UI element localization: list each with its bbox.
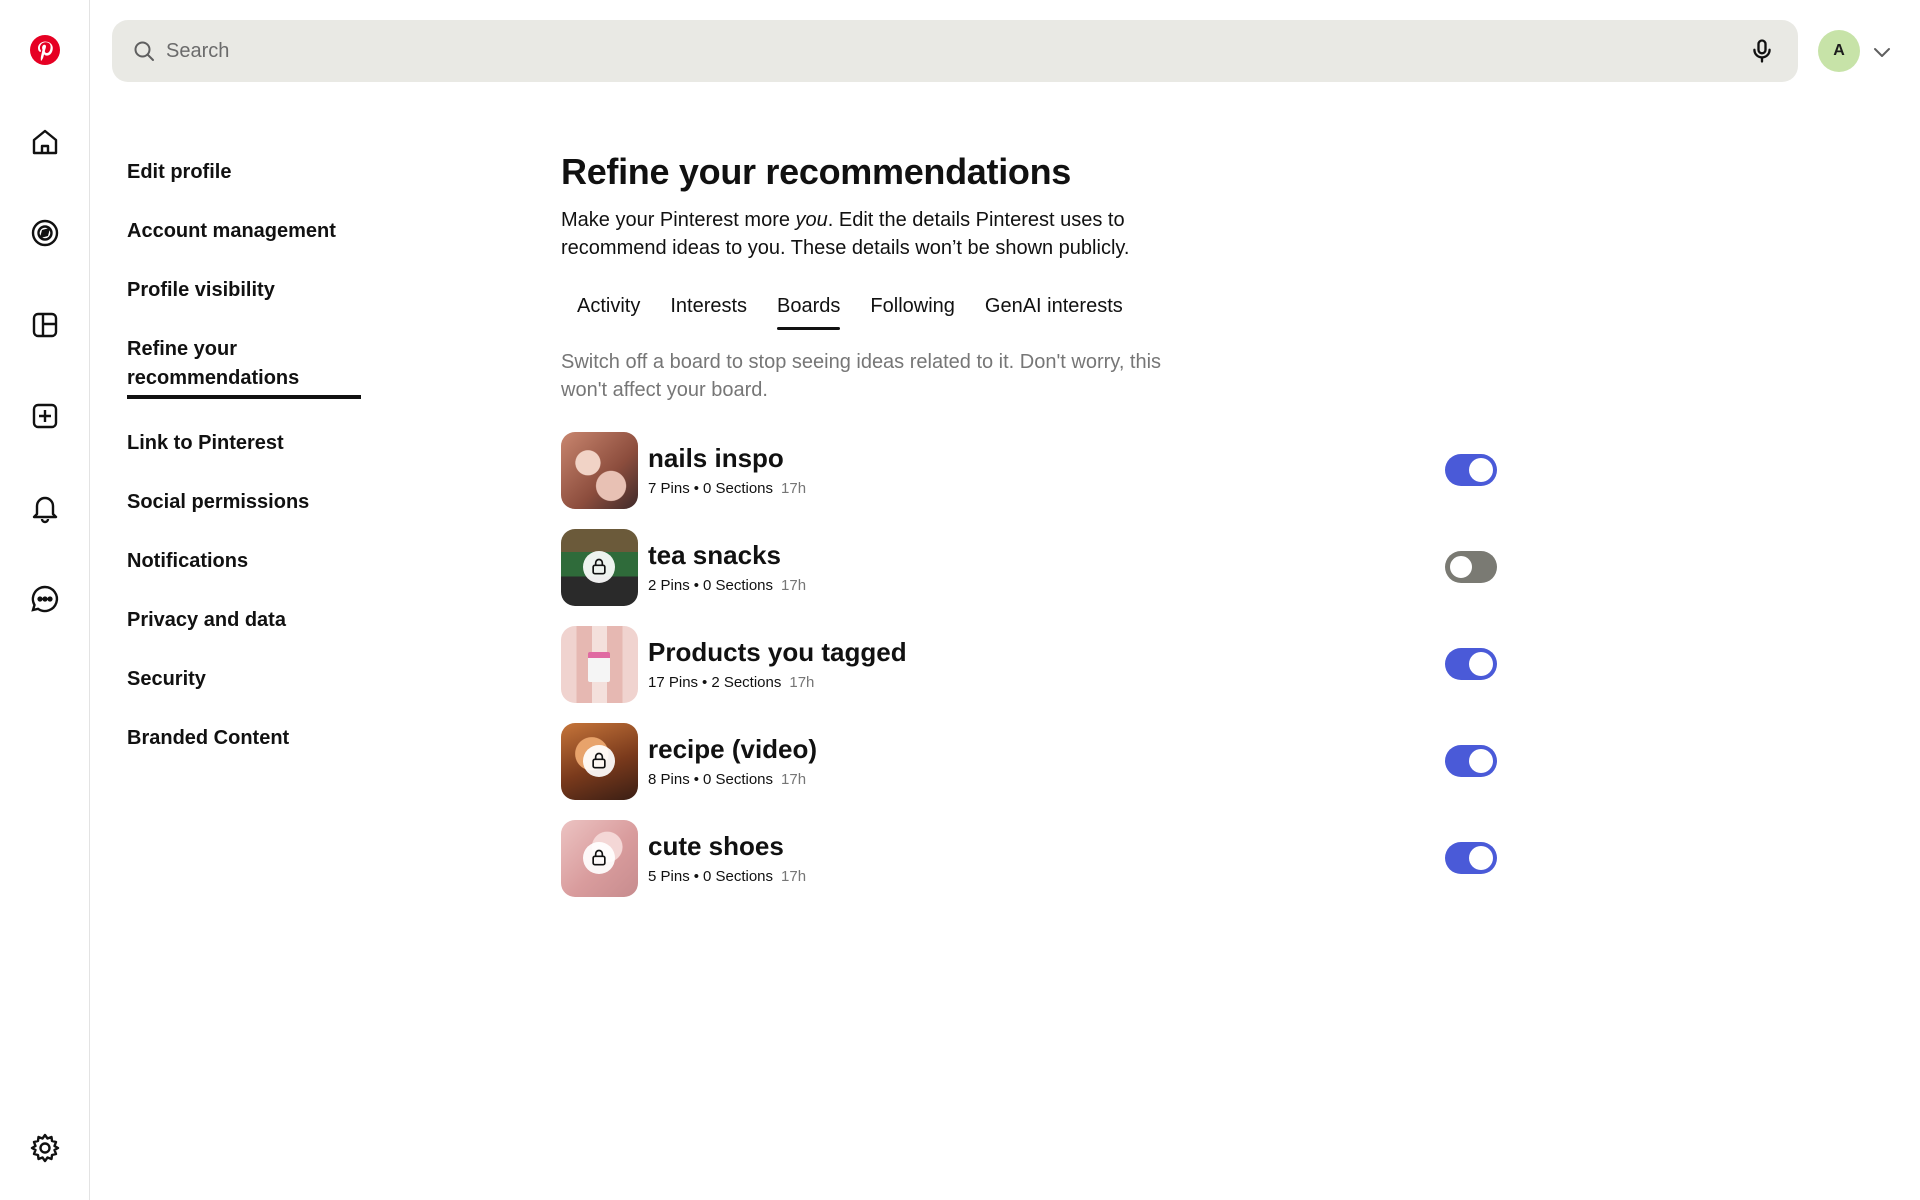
tab-boards[interactable]: Boards — [762, 292, 855, 334]
toggle-knob — [1448, 554, 1474, 580]
search-bar[interactable] — [112, 20, 1798, 82]
nav-notifications[interactable]: Notifications — [127, 547, 367, 606]
chevron-down-icon[interactable] — [1870, 40, 1894, 64]
board-pins: 2 Pins — [648, 577, 690, 594]
board-sections: 0 Sections — [702, 868, 774, 885]
board-thumbnail[interactable] — [561, 431, 638, 509]
board-thumbnail[interactable] — [561, 819, 638, 897]
lock-icon — [583, 550, 615, 583]
board-list: nails inspo 7 Pins • 0 Sections 17h tea sna… — [561, 431, 1497, 897]
board-name[interactable]: cute shoes — [648, 829, 806, 863]
board-pins: 5 Pins — [648, 868, 690, 885]
board-meta: 8 Pins • 0 Sections 17h — [648, 770, 817, 790]
create-icon[interactable] — [21, 392, 69, 440]
nav-link-to-pinterest[interactable]: Link to Pinterest — [127, 429, 367, 488]
settings-icon[interactable] — [21, 1124, 69, 1172]
board-sections: 0 Sections — [702, 771, 774, 788]
board-pins: 17 Pins — [648, 674, 699, 691]
board-recommendation-toggle[interactable] — [1445, 745, 1497, 777]
board-updated-time: 17h — [789, 674, 815, 691]
meta-separator: • — [693, 577, 699, 594]
board-pins: 7 Pins — [648, 480, 690, 497]
main-content: Refine your recommendations Make your Pi… — [561, 150, 1561, 917]
toggle-knob — [1469, 458, 1493, 482]
tab-interests[interactable]: Interests — [655, 292, 762, 334]
nav-security[interactable]: Security — [127, 665, 367, 724]
meta-separator: • — [702, 674, 708, 691]
microphone-icon[interactable] — [1746, 35, 1778, 67]
messages-icon[interactable] — [21, 575, 69, 623]
home-icon[interactable] — [21, 118, 69, 166]
board-recommendation-toggle[interactable] — [1445, 648, 1497, 680]
left-rail — [0, 0, 90, 1200]
toggle-knob — [1469, 652, 1493, 676]
nav-branded-content[interactable]: Branded Content — [127, 724, 367, 783]
list-item: nails inspo 7 Pins • 0 Sections 17h — [561, 431, 1497, 509]
board-recommendation-toggle[interactable] — [1445, 454, 1497, 486]
board-meta: 7 Pins • 0 Sections 17h — [648, 479, 806, 499]
board-pins: 8 Pins — [648, 771, 690, 788]
board-name[interactable]: recipe (video) — [648, 732, 817, 766]
meta-separator: • — [693, 868, 699, 885]
list-item: cute shoes 5 Pins • 0 Sections 17h — [561, 819, 1497, 897]
nav-privacy-and-data[interactable]: Privacy and data — [127, 606, 367, 665]
avatar[interactable]: A — [1818, 30, 1860, 72]
board-name[interactable]: nails inspo — [648, 441, 806, 475]
nav-account-management[interactable]: Account management — [127, 217, 367, 276]
boards-icon[interactable] — [21, 301, 69, 349]
board-updated-time: 17h — [781, 577, 807, 594]
board-sections: 0 Sections — [702, 480, 774, 497]
board-meta: 17 Pins • 2 Sections 17h — [648, 673, 907, 693]
board-recommendation-toggle[interactable] — [1445, 842, 1497, 874]
board-name[interactable]: tea snacks — [648, 538, 806, 572]
tab-following[interactable]: Following — [855, 292, 969, 334]
board-thumbnail[interactable] — [561, 528, 638, 606]
toggle-knob — [1469, 846, 1493, 870]
subtitle-emphasis: you — [795, 209, 828, 231]
pinterest-logo-icon[interactable] — [21, 26, 69, 74]
lock-icon — [583, 744, 615, 777]
nav-refine-recommendations[interactable]: Refine your recommendations — [127, 335, 361, 399]
explore-icon[interactable] — [21, 209, 69, 257]
tab-genai-interests[interactable]: GenAI interests — [970, 292, 1138, 334]
meta-separator: • — [693, 480, 699, 497]
tab-activity[interactable]: Activity — [561, 292, 655, 334]
settings-nav: Edit profile Account management Profile … — [127, 158, 367, 783]
page-subtitle: Make your Pinterest more you. Edit the d… — [561, 206, 1181, 262]
board-meta: 5 Pins • 0 Sections 17h — [648, 867, 806, 887]
board-updated-time: 17h — [781, 771, 807, 788]
notifications-icon[interactable] — [21, 484, 69, 532]
list-item: tea snacks 2 Pins • 0 Sections 17h — [561, 528, 1497, 606]
board-thumbnail[interactable] — [561, 722, 638, 800]
nav-edit-profile[interactable]: Edit profile — [127, 158, 367, 217]
subtitle-text-start: Make your Pinterest more — [561, 209, 796, 231]
board-updated-time: 17h — [781, 480, 807, 497]
board-thumbnail[interactable] — [561, 625, 638, 703]
board-name[interactable]: Products you tagged — [648, 635, 907, 669]
list-item: recipe (video) 8 Pins • 0 Sections 17h — [561, 722, 1497, 800]
board-meta: 2 Pins • 0 Sections 17h — [648, 576, 806, 596]
product-label-graphic — [588, 651, 610, 682]
meta-separator: • — [693, 771, 699, 788]
boards-hint: Switch off a board to stop seeing ideas … — [561, 351, 1162, 401]
board-sections: 2 Sections — [711, 674, 782, 691]
page-title: Refine your recommendations — [561, 151, 1072, 192]
list-item: Products you tagged 17 Pins • 2 Sections 17… — [561, 625, 1497, 703]
toggle-knob — [1469, 749, 1493, 773]
nav-social-permissions[interactable]: Social permissions — [127, 488, 367, 547]
lock-icon — [583, 841, 615, 874]
board-recommendation-toggle[interactable] — [1445, 551, 1497, 583]
search-input[interactable] — [166, 39, 1746, 63]
nav-profile-visibility[interactable]: Profile visibility — [127, 276, 367, 335]
board-sections: 0 Sections — [702, 577, 774, 594]
search-icon — [134, 41, 154, 61]
tab-bar: Activity Interests Boards Following GenA… — [561, 292, 1561, 334]
board-updated-time: 17h — [781, 868, 807, 885]
